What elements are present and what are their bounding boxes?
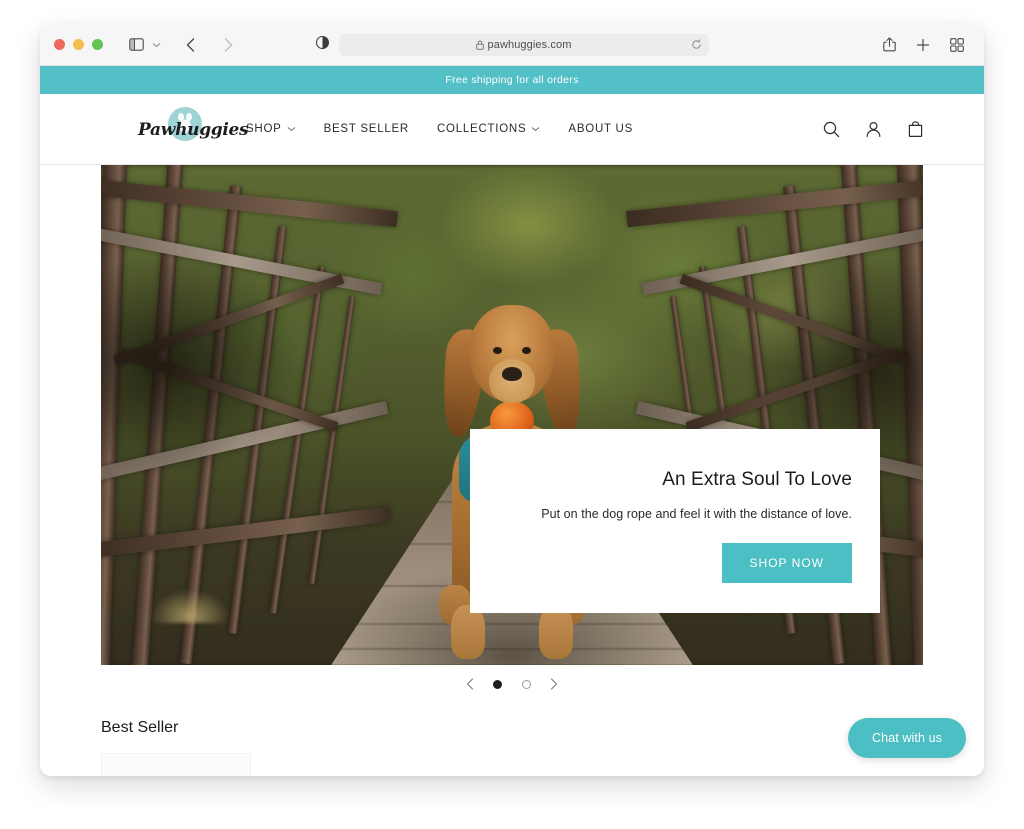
reload-icon[interactable] xyxy=(691,39,702,50)
toolbar-right-actions xyxy=(876,32,970,58)
hero-subtitle: Put on the dog rope and feel it with the… xyxy=(541,507,852,521)
maximize-window-button[interactable] xyxy=(92,39,103,50)
announcement-text: Free shipping for all orders xyxy=(445,74,579,86)
tab-overview-icon[interactable] xyxy=(944,32,970,58)
window-controls xyxy=(54,39,103,50)
nav-item-best-seller[interactable]: BEST SELLER xyxy=(324,123,409,135)
site-header: Pawhuggies SHOP BEST SELLER COLLECTIONS xyxy=(40,94,984,165)
browser-toolbar: pawhuggies.com xyxy=(40,24,984,66)
site-logo[interactable]: Pawhuggies xyxy=(138,107,249,151)
lock-icon xyxy=(475,40,484,50)
hero-slide[interactable]: An Extra Soul To Love Put on the dog rop… xyxy=(101,165,923,665)
url-text: pawhuggies.com xyxy=(487,38,572,51)
shop-now-button[interactable]: SHOP NOW xyxy=(721,543,852,583)
carousel-dot-2[interactable] xyxy=(522,679,531,689)
sidebar-chevron-down-icon[interactable] xyxy=(149,42,163,48)
announcement-bar: Free shipping for all orders xyxy=(40,66,984,94)
close-window-button[interactable] xyxy=(54,39,65,50)
carousel-dots xyxy=(493,679,531,689)
best-seller-section: Best Seller xyxy=(40,703,984,776)
logo-text: Pawhuggies xyxy=(138,120,249,140)
best-seller-title: Best Seller xyxy=(101,719,179,736)
sidebar-toggle-icon[interactable] xyxy=(123,32,149,58)
carousel-next-button[interactable] xyxy=(537,678,571,690)
reader-mode-icon[interactable] xyxy=(315,35,329,54)
header-actions xyxy=(823,120,924,138)
carousel-dot-1[interactable] xyxy=(493,679,502,689)
nav-item-shop[interactable]: SHOP xyxy=(246,123,296,135)
search-icon[interactable] xyxy=(823,121,840,138)
dog-head xyxy=(469,305,555,403)
dog-paw-left xyxy=(451,605,485,659)
chat-widget-button[interactable]: Chat with us xyxy=(848,718,966,758)
hero-content-card: An Extra Soul To Love Put on the dog rop… xyxy=(470,429,880,613)
dog-eye-right xyxy=(522,347,531,354)
browser-window: pawhuggies.com Free shipping for all ord… xyxy=(40,24,984,776)
dog-paw-right xyxy=(539,605,573,659)
account-icon[interactable] xyxy=(865,121,882,138)
address-bar[interactable]: pawhuggies.com xyxy=(338,33,709,56)
best-seller-product-grid xyxy=(101,753,923,776)
chevron-down-icon xyxy=(287,126,296,132)
dog-nose xyxy=(502,367,522,381)
share-icon[interactable] xyxy=(876,32,902,58)
page-viewport: Free shipping for all orders Pawhuggies … xyxy=(40,66,984,776)
nav-label-about-us: ABOUT US xyxy=(568,123,633,135)
product-card[interactable] xyxy=(101,753,251,776)
main-navigation: SHOP BEST SELLER COLLECTIONS ABOUT US xyxy=(246,123,633,135)
grass-tuft xyxy=(150,589,231,623)
back-arrow-icon[interactable] xyxy=(177,32,203,58)
minimize-window-button[interactable] xyxy=(73,39,84,50)
nav-label-collections: COLLECTIONS xyxy=(436,123,527,135)
nav-item-about-us[interactable]: ABOUT US xyxy=(568,123,633,135)
nav-label-shop: SHOP xyxy=(246,123,282,135)
navigation-controls xyxy=(123,32,241,58)
new-tab-plus-icon[interactable] xyxy=(910,32,936,58)
url-content: pawhuggies.com xyxy=(475,38,572,51)
dog-eye-left xyxy=(493,347,502,354)
carousel-controls xyxy=(101,665,923,703)
dog-muzzle xyxy=(489,359,535,403)
chevron-down-icon xyxy=(531,126,540,132)
carousel-prev-button[interactable] xyxy=(453,678,487,690)
forward-arrow-icon[interactable] xyxy=(215,32,241,58)
hero-section: An Extra Soul To Love Put on the dog rop… xyxy=(40,165,984,703)
nav-label-best-seller: BEST SELLER xyxy=(323,123,409,135)
cart-icon[interactable] xyxy=(907,120,924,138)
nav-item-collections[interactable]: COLLECTIONS xyxy=(437,123,540,135)
hero-title: An Extra Soul To Love xyxy=(662,469,852,490)
